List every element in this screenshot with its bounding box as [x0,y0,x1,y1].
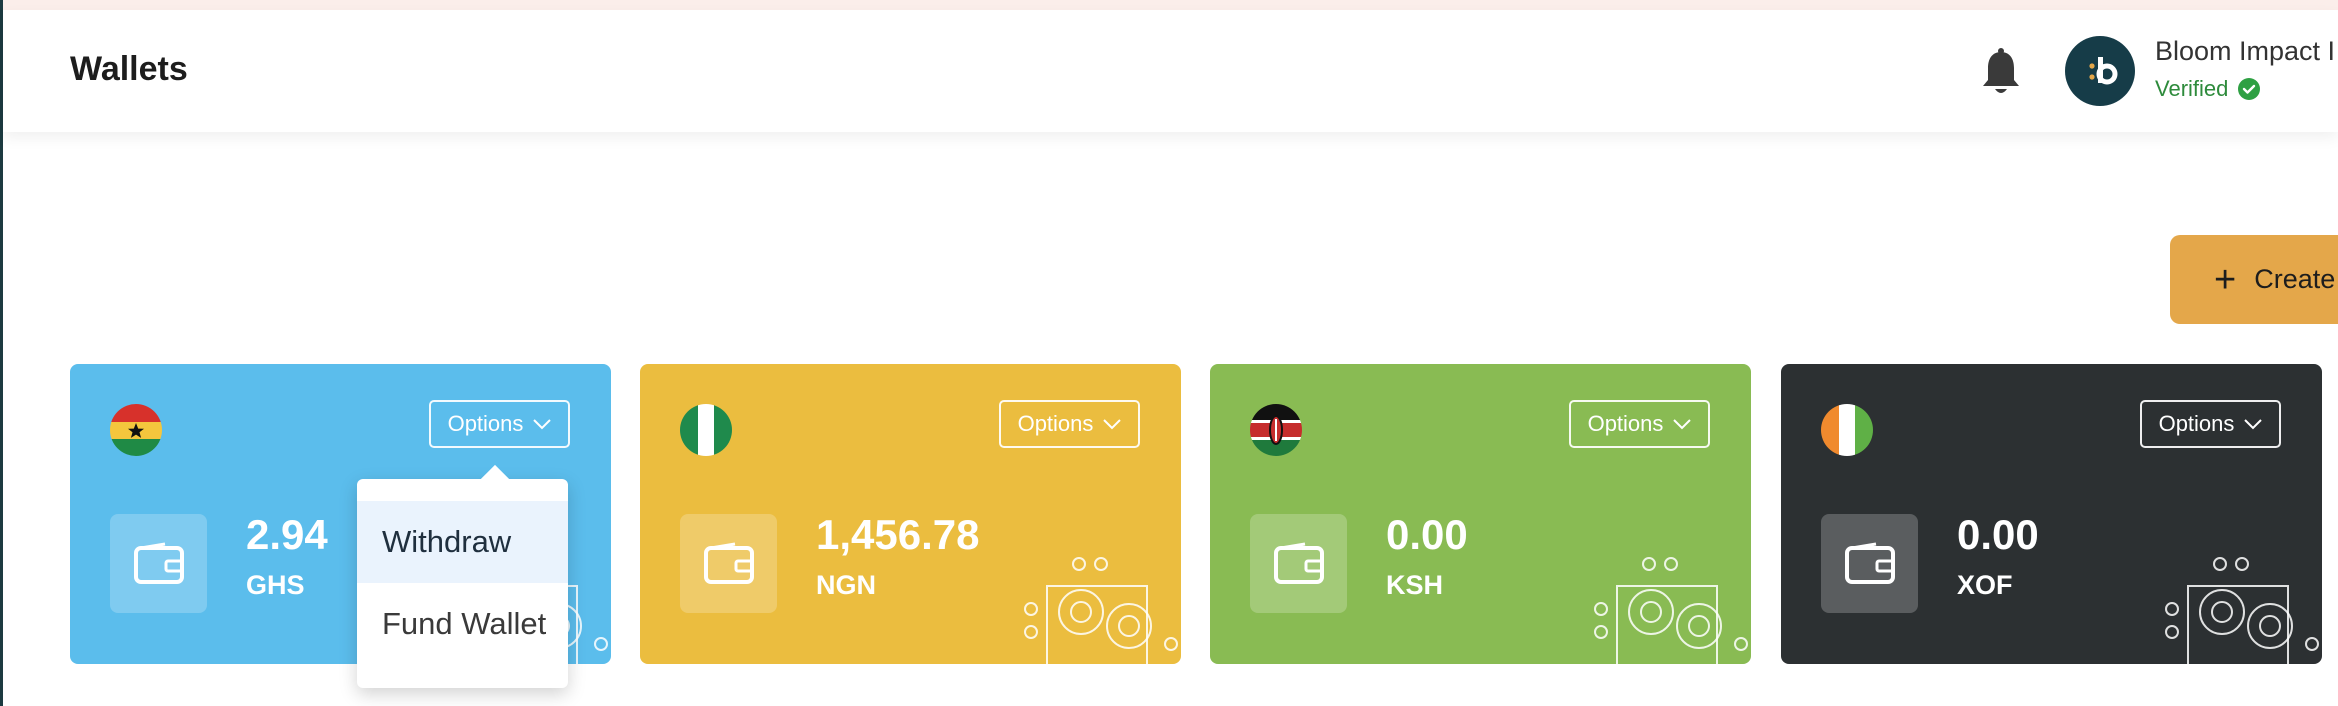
wallet-options-button[interactable]: Options [2140,400,2281,448]
wallet-card-ksh: Options 0.00 KSH [1210,364,1751,664]
create-wallet-button[interactable]: + Create [2170,235,2338,324]
create-wallet-label: Create [2254,264,2336,294]
wallet-balance: 2.94 [246,511,328,558]
chevron-down-icon [1673,419,1692,430]
verified-status: Verified [2155,76,2261,102]
verified-label: Verified [2155,76,2229,101]
wallet-card-ngn: Options 1,456.78 NGN [640,364,1181,664]
top-header: Wallets Bloom Impact I Verified [3,10,2338,132]
wallet-currency: KSH [1386,570,1444,600]
notification-bell-icon[interactable] [1979,48,2023,98]
wallet-options-button[interactable]: Options [999,400,1140,448]
wallet-currency: GHS [246,570,305,600]
page-title: Wallets [70,50,188,88]
wallet-icon [1821,514,1918,613]
org-name: Bloom Impact I [2155,36,2336,66]
decorative-coins-icon [1024,557,1178,664]
wallet-icon [1250,514,1347,613]
wallet-balance: 0.00 [1386,511,1468,558]
wallet-options-button[interactable]: Options [1569,400,1710,448]
options-dropdown-menu: Withdraw Fund Wallet [357,464,568,688]
ghana-flag-icon [110,404,162,456]
menu-item-withdraw[interactable]: Withdraw [357,501,568,583]
wallet-currency: NGN [816,570,876,600]
options-label: Options [1587,411,1664,436]
wallet-balance: 1,456.78 [816,511,980,558]
menu-item-fund-wallet[interactable]: Fund Wallet [357,583,568,665]
options-label: Options [2158,411,2235,436]
check-circle-icon [2238,78,2261,100]
options-label: Options [447,411,524,436]
plus-icon: + [2214,258,2237,301]
brand-logo-icon [2089,57,2118,85]
wallet-icon [680,514,777,613]
top-banner-strip [0,0,2338,10]
wallet-currency: XOF [1957,570,2013,600]
ivory-coast-flag-icon [1821,404,1873,456]
wallet-icon [110,514,207,613]
chevron-down-icon [2244,419,2263,430]
kenya-flag-icon [1250,404,1302,456]
options-label: Options [1017,411,1094,436]
chevron-down-icon [1103,419,1122,430]
nigeria-flag-icon [680,404,732,456]
avatar[interactable] [2065,36,2135,106]
chevron-down-icon [533,419,552,430]
wallet-card-xof: Options 0.00 XOF [1781,364,2322,664]
wallet-balance: 0.00 [1957,511,2039,558]
decorative-coins-icon [2165,557,2319,664]
wallet-options-button[interactable]: Options [429,400,570,448]
decorative-coins-icon [1594,557,1748,664]
